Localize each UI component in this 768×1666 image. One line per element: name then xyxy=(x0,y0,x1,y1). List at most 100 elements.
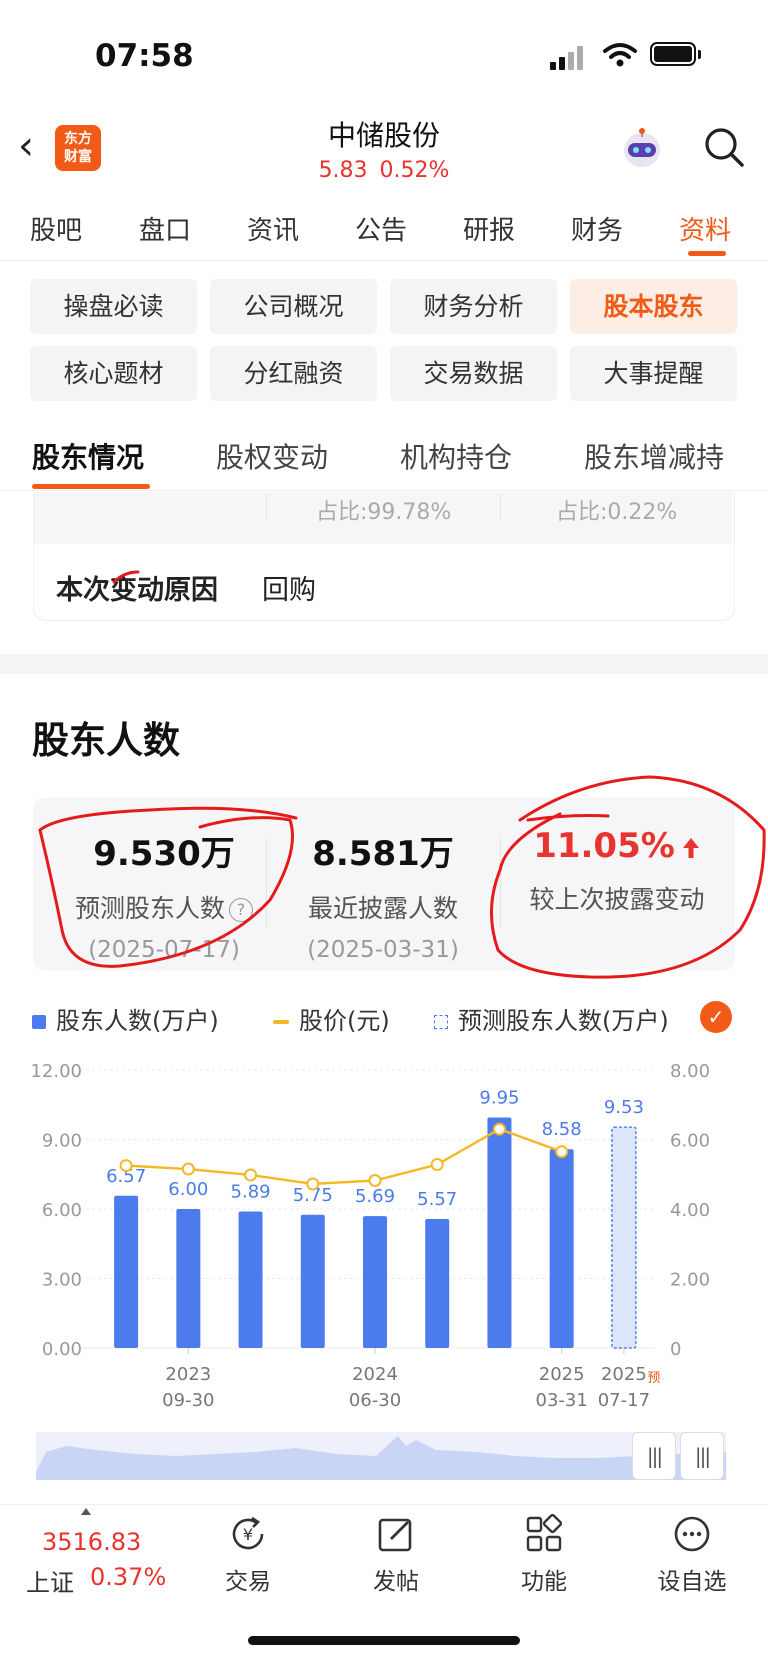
x-label-date: 03-31 xyxy=(536,1390,588,1411)
trade-icon: ¥ xyxy=(232,1516,264,1550)
battery-tip xyxy=(698,50,701,59)
subtab-shareholders[interactable]: 股东情况 xyxy=(32,436,144,476)
index-name[interactable]: 上证 xyxy=(26,1563,74,1598)
subtab-institutions[interactable]: 机构持仓 xyxy=(400,436,512,476)
pill-events[interactable]: 大事提醒 xyxy=(570,346,737,401)
grid-icon xyxy=(526,1514,563,1552)
robot-assistant-icon[interactable] xyxy=(618,126,666,172)
ratio-a: 占比:99.78% xyxy=(316,500,452,525)
bar xyxy=(549,1149,574,1348)
nav-watchlist-label: 设自选 xyxy=(657,1569,727,1595)
stock-price: 5.83 xyxy=(318,158,368,183)
slider-handle-left[interactable]: ||| xyxy=(632,1432,676,1480)
index-change[interactable]: 0.37% xyxy=(90,1563,166,1591)
nav-watchlist[interactable]: 设自选 xyxy=(642,1514,742,1596)
more-icon xyxy=(674,1516,710,1552)
nav-trade[interactable]: ¥ 交易 xyxy=(198,1514,298,1596)
price-point xyxy=(430,1158,444,1172)
tab-pankou[interactable]: 盘口 xyxy=(139,210,191,247)
nav-post-label: 发帖 xyxy=(373,1569,419,1595)
caret-up-icon[interactable] xyxy=(81,1508,91,1515)
y-right-tick: 2.00 xyxy=(670,1270,710,1291)
range-slider[interactable] xyxy=(36,1432,726,1480)
bar-value-label: 9.53 xyxy=(604,1097,644,1118)
annotation-tick xyxy=(112,570,140,584)
legend-line-swatch xyxy=(273,1020,289,1024)
x-label-date: 09-30 xyxy=(162,1390,214,1411)
pill-trading-guide[interactable]: 操盘必读 xyxy=(30,279,197,334)
y-left-tick: 9.00 xyxy=(42,1131,82,1152)
legend-bars: 股东人数(万户) xyxy=(32,1001,219,1036)
pill-core-themes[interactable]: 核心题材 xyxy=(30,346,197,401)
subtab-holding-changes[interactable]: 股东增减持 xyxy=(584,436,724,476)
bar xyxy=(487,1117,512,1348)
bar-value-label: 6.00 xyxy=(168,1179,208,1200)
bar xyxy=(114,1195,139,1348)
legend-forecast-swatch xyxy=(434,1015,448,1029)
bar-value-label: 5.89 xyxy=(231,1182,271,1203)
pill-shareholders[interactable]: 股本股东 xyxy=(570,279,737,334)
y-left-tick: 6.00 xyxy=(42,1200,82,1221)
divider xyxy=(0,490,768,491)
x-label-date: 07-17 xyxy=(598,1390,650,1411)
shareholder-chart: 12.00 8.00 9.00 6.00 6.00 4.00 3.00 2.00 0.00 0 6.… xyxy=(30,1061,710,1411)
subtab-equity-change[interactable]: 股权变动 xyxy=(216,436,328,476)
price-point xyxy=(181,1162,195,1176)
signal-icon xyxy=(550,46,586,70)
svg-text:¥: ¥ xyxy=(243,1525,253,1544)
price-point xyxy=(306,1177,320,1191)
nav-functions[interactable]: 功能 xyxy=(494,1514,594,1596)
bar-value-label: 8.58 xyxy=(542,1119,582,1140)
bar xyxy=(363,1216,387,1348)
main-tab-indicator xyxy=(688,251,726,256)
x-label-year: 2024 xyxy=(352,1364,398,1385)
tab-profile[interactable]: 资料 xyxy=(679,210,731,247)
tab-finance[interactable]: 财务 xyxy=(571,210,623,247)
search-icon[interactable] xyxy=(703,126,745,168)
tab-announcement[interactable]: 公告 xyxy=(355,210,407,247)
bar xyxy=(238,1211,263,1348)
annotation-circles xyxy=(38,775,766,979)
x-label-year: 2025 xyxy=(601,1364,647,1385)
y-left-tick: 3.00 xyxy=(42,1270,82,1291)
subtab-indicator xyxy=(32,484,150,489)
pill-trading-data[interactable]: 交易数据 xyxy=(390,346,557,401)
battery-icon xyxy=(650,42,696,66)
x-label-date: 06-30 xyxy=(349,1390,401,1411)
price-point xyxy=(119,1159,133,1173)
y-left-tick: 0.00 xyxy=(42,1339,82,1360)
column-separator xyxy=(500,494,501,520)
tab-guba[interactable]: 股吧 xyxy=(30,210,82,247)
tab-news[interactable]: 资讯 xyxy=(247,210,299,247)
nav-post[interactable]: 发帖 xyxy=(346,1514,446,1596)
forecast-bar xyxy=(611,1126,637,1349)
stock-change: 0.52% xyxy=(379,158,450,183)
pill-company-overview[interactable]: 公司概况 xyxy=(210,279,377,334)
legend-line: 股价(元) xyxy=(273,1001,390,1036)
bar-value-label: 5.57 xyxy=(417,1189,457,1210)
bar xyxy=(176,1209,201,1348)
x-label-year: 2023 xyxy=(165,1364,211,1385)
y-right-tick: 8.00 xyxy=(670,1061,710,1082)
x-label-year: 2025 xyxy=(539,1364,585,1385)
bar xyxy=(300,1214,325,1348)
slider-handle-right[interactable]: ||| xyxy=(680,1432,724,1480)
index-value[interactable]: 3516.83 xyxy=(42,1528,141,1556)
price-point xyxy=(492,1122,506,1136)
wifi-icon xyxy=(603,43,637,67)
home-indicator xyxy=(248,1636,520,1645)
section-gap xyxy=(0,654,768,674)
pill-dividends[interactable]: 分红融资 xyxy=(210,346,377,401)
section-title: 股东人数 xyxy=(32,719,180,762)
ratio-b: 占比:0.22% xyxy=(556,500,678,525)
pill-financial-analysis[interactable]: 财务分析 xyxy=(390,279,557,334)
price-point xyxy=(555,1145,569,1159)
forecast-tag: 预 xyxy=(647,1371,660,1386)
y-left-tick: 12.00 xyxy=(30,1061,82,1082)
main-tab-bar: 股吧 盘口 资讯 公告 研报 财务 资料 xyxy=(0,200,768,261)
price-point xyxy=(368,1174,382,1188)
legend-bar-swatch xyxy=(32,1015,46,1029)
bar-value-label: 5.69 xyxy=(355,1186,395,1207)
chevron-down-icon[interactable]: ✓ xyxy=(700,1001,732,1033)
tab-research[interactable]: 研报 xyxy=(463,210,515,247)
